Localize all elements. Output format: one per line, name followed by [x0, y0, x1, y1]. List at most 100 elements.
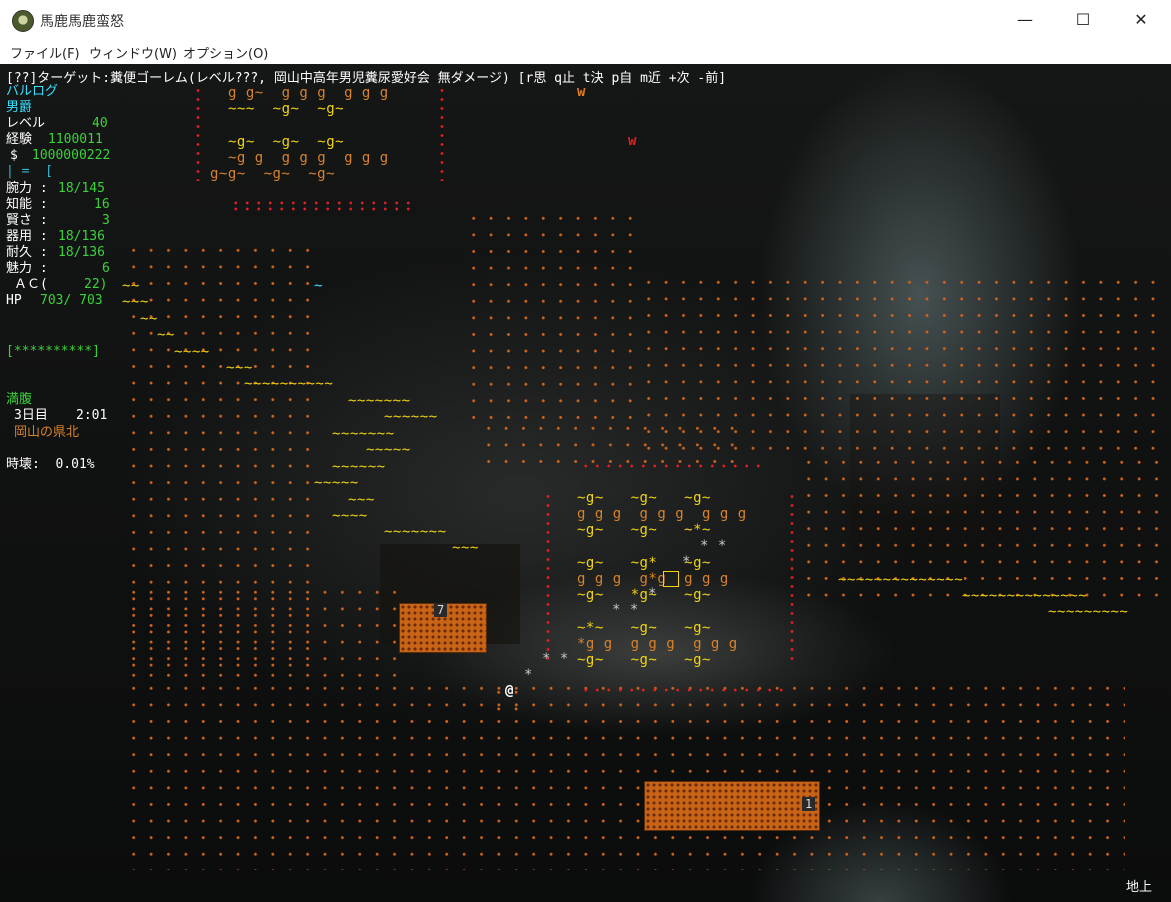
menu-file[interactable]: ファイル(F): [10, 43, 80, 62]
floor-lower-left: [125, 584, 405, 684]
wall-mid-bottom: [580, 686, 790, 694]
monster-w-red: w: [628, 133, 637, 149]
golem-row: ~g~ ~g~ ~g~: [577, 652, 711, 668]
golem-row: ~g~ ~g~ ~g~: [577, 490, 711, 506]
level-label: レベル: [6, 116, 46, 131]
item-stars: *: [524, 667, 533, 683]
dex-label: 器用 :: [6, 229, 48, 244]
wall-top-left: [196, 86, 200, 181]
golem-row: *g g g g g g g g: [577, 636, 738, 652]
title-bar: 馬鹿馬鹿蛮怒 — ☐ ✕: [0, 0, 1171, 41]
exp-value: 1100011: [48, 132, 103, 147]
item-stars: *: [648, 586, 657, 602]
gold-value: 1000000222: [32, 148, 111, 163]
golem-row: g g~ g g g g g g: [228, 85, 389, 101]
health-bar: [**********]: [6, 344, 100, 359]
water-row: ~~~~~~~~~~: [244, 376, 334, 392]
water-row: ~~~~~: [366, 442, 411, 458]
time-decay: 時壊: 0.01%: [6, 457, 95, 472]
water-row: ~~~~~~: [384, 409, 438, 425]
water-row: ~~: [140, 311, 158, 327]
str-value: 18/145: [58, 181, 105, 196]
item-stars: *: [682, 554, 691, 570]
golem-row: ~g~ *g~ ~g~: [577, 587, 711, 603]
window-title: 馬鹿馬鹿蛮怒: [40, 13, 124, 29]
golem-row: g~g~ ~g~ ~g~: [210, 166, 336, 182]
golem-row: ~g g g g g g g g: [228, 150, 389, 166]
water-row: ~~~~~~~: [384, 524, 447, 540]
wis-label: 賢さ :: [6, 213, 48, 228]
wall-mid-top: [580, 462, 760, 470]
water-row: ~~: [157, 327, 175, 343]
location: 岡山の県北: [14, 425, 80, 440]
title: 男爵: [6, 100, 33, 115]
wall-mid-right: [790, 492, 794, 662]
golem-row: ~*~ ~g~ ~g~: [577, 620, 711, 636]
minimize-button[interactable]: —: [996, 0, 1054, 40]
floor-bottom: [125, 680, 1125, 870]
wis-value: 3: [102, 213, 110, 228]
day-label: 3日目: [14, 408, 48, 423]
ac-label: ＡＣ(: [14, 277, 48, 292]
menu-bar: ファイル(F) ウィンドウ(W) オプション(O): [0, 40, 320, 64]
con-value: 18/136: [58, 245, 105, 260]
water-row: ~~~~~~: [332, 459, 386, 475]
hp-label: HP: [6, 293, 22, 308]
level-value: 40: [92, 116, 108, 131]
game-viewport[interactable]: [??]ターゲット:糞便ゴーレム(レベル???, 岡山中高年男児糞尿愛好会 無ダ…: [0, 64, 1171, 902]
golem-row: ~g~ ~g~ ~*~: [577, 522, 711, 538]
rubble-count: 7: [434, 603, 448, 617]
menu-bar-filler: [320, 40, 1171, 64]
race: バルログ: [6, 84, 59, 99]
wall-top-bottom: [230, 200, 410, 212]
hp-value: 703/ 703: [40, 293, 103, 308]
chr-label: 魅力 :: [6, 261, 48, 276]
menu-window[interactable]: ウィンドウ(W): [89, 43, 177, 62]
str-label: 腕力 :: [6, 181, 48, 196]
maximize-button[interactable]: ☐: [1054, 0, 1112, 40]
golem-row: ~~~ ~g~ ~g~: [228, 101, 345, 117]
golem-row: g g g g g g g g g: [577, 506, 747, 522]
water-row: ~~~: [452, 540, 479, 556]
water-row: ~~~~~~~: [332, 426, 395, 442]
water-row-right: ~~~~~~~~~~~~~~: [962, 588, 1088, 604]
water-row: ~~~: [226, 360, 253, 376]
exp-label: 経験: [6, 132, 33, 147]
close-button[interactable]: ✕: [1112, 0, 1170, 40]
wall-mid-left: [546, 492, 550, 662]
equipment-line: | = [: [6, 164, 53, 179]
item-stars: * *: [612, 602, 639, 618]
item-stars: * *: [700, 538, 727, 554]
time-value: 2:01: [76, 408, 108, 423]
water-row: ~~~~: [332, 508, 368, 524]
monster-w: w: [577, 84, 586, 100]
water-row-right: ~~~~~~~~~~~~~~: [838, 572, 964, 588]
water-row-right: ~~~~~~~~~: [1048, 604, 1129, 620]
water-row: ~~~~~~~: [348, 393, 411, 409]
item-stars: * *: [542, 651, 569, 667]
water-row: ~~: [122, 278, 140, 294]
water-cyan: ~: [314, 278, 323, 294]
water-row: ~~~~: [174, 344, 210, 360]
water-row: ~~~: [348, 492, 375, 508]
water-row: ~~~: [122, 294, 149, 310]
depth-indicator: 地上: [1126, 880, 1153, 895]
wall-top-right: [440, 86, 444, 181]
floor-upper-mid: [465, 210, 640, 420]
gold-label: $: [10, 148, 18, 163]
con-label: 耐久 :: [6, 245, 48, 260]
chr-value: 6: [102, 261, 110, 276]
player: @: [505, 683, 514, 699]
target-cursor: [663, 571, 679, 587]
app-icon: [12, 10, 34, 32]
rubble-pile: [644, 781, 820, 831]
water-row: ~~~~~: [314, 475, 359, 491]
golem-row: ~g~ ~g~ ~g~: [228, 134, 345, 150]
hunger-status: 満腹: [6, 392, 33, 407]
menu-options[interactable]: オプション(O): [183, 43, 268, 62]
ac-value: 22): [84, 277, 108, 292]
target-line: [??]ターゲット:糞便ゴーレム(レベル???, 岡山中高年男児糞尿愛好会 無ダ…: [6, 71, 727, 86]
dex-value: 18/136: [58, 229, 105, 244]
rubble-count: 1: [802, 797, 816, 811]
int-label: 知能 :: [6, 197, 48, 212]
